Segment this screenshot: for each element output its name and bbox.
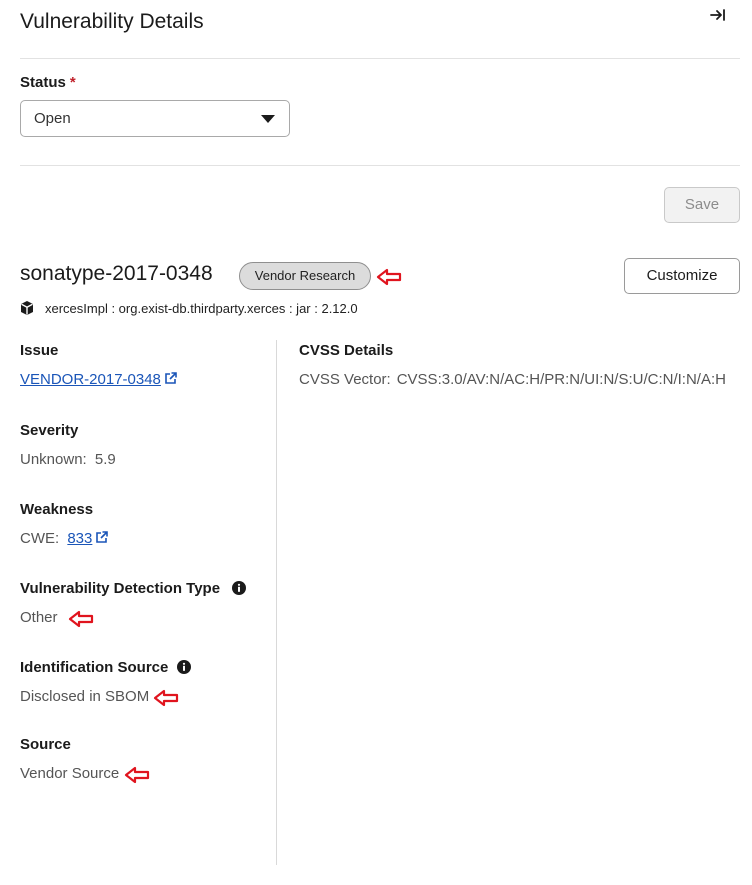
required-marker: * [69,74,76,91]
customize-button[interactable]: Customize [624,258,740,294]
cwe-prefix: CWE: [20,530,60,547]
annotation-arrow-icon [153,689,179,707]
external-link-icon[interactable] [164,372,177,385]
vulnerability-id: sonatype-2017-0348 [20,262,213,285]
issue-label: Issue [20,342,59,359]
info-icon[interactable] [232,581,246,595]
external-link-icon[interactable] [95,531,109,544]
status-selected-value: Open [34,110,71,127]
caret-down-icon [261,115,275,123]
annotation-arrow-icon [376,268,402,286]
severity-label: Severity [20,422,79,439]
component-text: xercesImpl : org.exist-db.thirdparty.xer… [45,301,358,316]
identification-source-value: Disclosed in SBOM [20,688,150,705]
vendor-research-badge: Vendor Research [239,262,371,290]
source-value: Vendor Source [20,765,120,782]
weakness-label: Weakness [20,501,94,518]
severity-score: 5.9 [94,451,116,468]
severity-value: Unknown: 5.9 [20,451,116,468]
cwe-link[interactable]: 833 [67,530,92,547]
identification-source-label: Identification Source [20,659,169,676]
status-select[interactable]: Open [20,100,290,137]
issue-link[interactable]: VENDOR-2017-0348 [20,371,161,388]
annotation-arrow-icon [124,766,150,784]
source-label: Source [20,736,71,753]
status-label-text: Status [20,74,66,91]
panel-title: Vulnerability Details [20,10,204,33]
column-divider [276,340,277,865]
cvss-vector: CVSS Vector: CVSS:3.0/AV:N/AC:H/PR:N/UI:N… [299,371,726,388]
cvss-vector-value: CVSS:3.0/AV:N/AC:H/PR:N/UI:N/S:U/C:N/I:N… [396,371,726,388]
info-icon[interactable] [177,660,191,674]
save-button[interactable]: Save [664,187,740,223]
annotation-arrow-icon [68,610,94,628]
weakness-value: CWE: 833 [20,530,109,547]
status-divider [20,165,740,166]
package-cube-icon [21,301,33,315]
severity-prefix: Unknown: [20,451,87,468]
cvss-details-label: CVSS Details [299,342,394,359]
header-divider [20,58,740,59]
detection-type-label: Vulnerability Detection Type [20,580,221,597]
issue-value: VENDOR-2017-0348 [20,371,177,388]
status-label: Status * [20,74,76,91]
cvss-vector-label: CVSS Vector: [299,371,391,388]
collapse-panel-button[interactable] [710,8,732,26]
collapse-right-icon [710,9,725,21]
detection-type-value: Other [20,609,58,626]
